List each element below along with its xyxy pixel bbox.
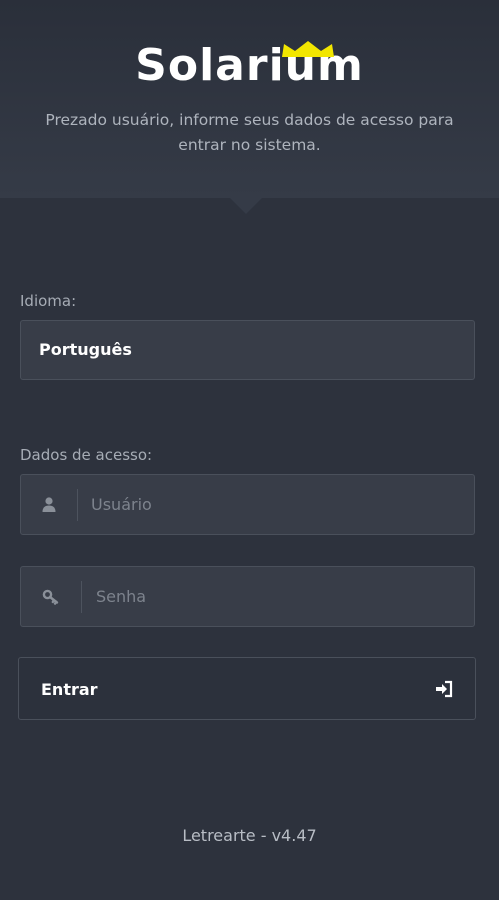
password-input[interactable] [96, 567, 471, 626]
key-icon [42, 589, 59, 605]
language-selected-value: Português [39, 340, 132, 359]
crown-icon [282, 41, 334, 57]
sign-in-icon [436, 680, 453, 698]
login-button[interactable]: Entrar [18, 657, 476, 720]
language-label: Idioma: [20, 292, 77, 310]
login-button-label: Entrar [41, 680, 98, 699]
solarium-logo: Solarium [0, 36, 499, 96]
credentials-label: Dados de acesso: [20, 446, 153, 464]
password-divider [81, 581, 82, 613]
username-divider [77, 489, 78, 521]
intro-text: Prezado usuário, informe seus dados de a… [45, 111, 454, 154]
username-field[interactable] [20, 474, 475, 535]
login-header: Solarium Prezado usuário, informe seus d… [0, 0, 499, 198]
user-icon [42, 497, 56, 512]
language-select[interactable]: Português [20, 320, 475, 380]
version-text: Letrearte - v4.47 [182, 826, 317, 845]
header-notch [230, 198, 262, 214]
username-input[interactable] [91, 475, 471, 534]
password-field[interactable] [20, 566, 475, 627]
